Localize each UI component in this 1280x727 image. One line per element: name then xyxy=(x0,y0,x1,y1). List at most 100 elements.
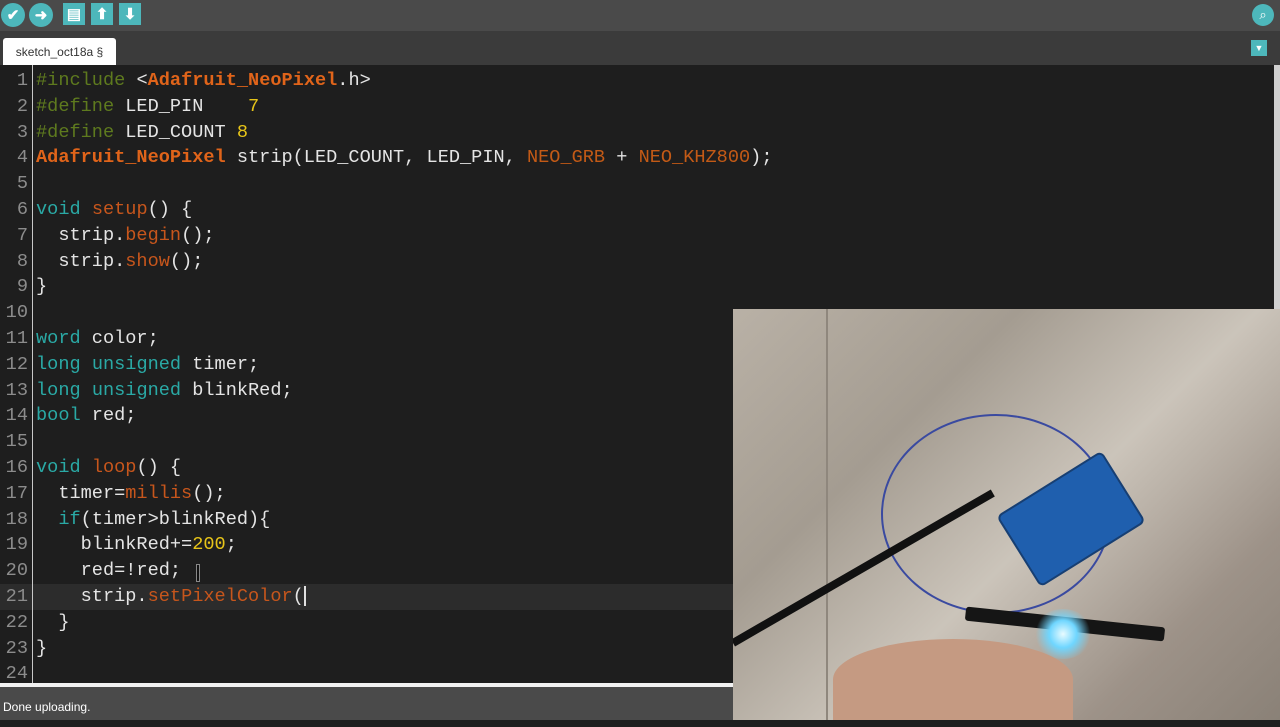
line-number: 8 xyxy=(16,250,28,272)
code-text: void setup() { xyxy=(36,197,192,223)
code-token: NEO_GRB xyxy=(526,147,606,169)
code-token: (); xyxy=(192,482,226,504)
check-icon: ✔ xyxy=(6,7,20,24)
code-text: long unsigned timer; xyxy=(36,352,259,378)
code-token: void xyxy=(36,457,81,478)
code-token: if xyxy=(58,508,81,530)
status-message: Done uploading. xyxy=(3,700,91,714)
text-cursor-ibeam xyxy=(196,564,200,582)
tab-menu-button[interactable]: ▼ xyxy=(1251,40,1267,56)
line-number: 5 xyxy=(16,173,28,195)
code-line[interactable]: 2 #define LED_PIN 7 xyxy=(0,94,1274,120)
line-number: 13 xyxy=(5,379,28,401)
line-number: 10 xyxy=(5,302,28,324)
code-token: setPixelColor xyxy=(147,586,293,607)
hand xyxy=(833,639,1073,720)
code-text: Adafruit_NeoPixel strip(LED_COUNT, LED_P… xyxy=(36,145,772,171)
code-token: long xyxy=(36,379,81,401)
code-token: color; xyxy=(80,328,159,349)
code-text: strip.begin(); xyxy=(36,223,215,249)
code-text: long unsigned blinkRed; xyxy=(36,378,293,404)
code-token: unsigned xyxy=(91,379,182,401)
verify-button[interactable]: ✔ xyxy=(1,3,25,27)
code-token: #include xyxy=(36,70,137,91)
code-text: } xyxy=(36,610,69,636)
code-line[interactable]: 8 strip.show(); xyxy=(0,249,1274,275)
code-token: ( xyxy=(292,586,304,607)
code-token: .h> xyxy=(337,70,371,91)
code-text: timer=millis(); xyxy=(36,481,226,507)
code-text: #define LED_PIN 7 xyxy=(36,94,259,120)
code-token: LED_PIN xyxy=(125,95,249,117)
code-token: blinkRed+= xyxy=(36,534,193,556)
line-number: 19 xyxy=(5,534,28,556)
open-button[interactable]: ⬆ xyxy=(91,3,113,25)
code-token: () { xyxy=(147,199,193,220)
arrow-down-icon: ⬇ xyxy=(123,6,137,23)
upload-button[interactable]: ➜ xyxy=(29,3,53,27)
code-token: strip. xyxy=(36,586,148,607)
new-sketch-button[interactable]: ▤ xyxy=(63,3,85,25)
code-token: NEO_KHZ800 xyxy=(638,147,751,169)
code-line[interactable]: 5 xyxy=(0,171,1274,197)
code-token: strip(LED_COUNT, LED_PIN, xyxy=(225,147,527,169)
code-token: LED_COUNT xyxy=(125,121,237,143)
code-token: (); xyxy=(169,250,204,272)
chevron-down-icon: ▼ xyxy=(1254,43,1264,53)
line-number: 18 xyxy=(5,508,28,530)
code-line[interactable]: 1 #include <Adafruit_NeoPixel.h> xyxy=(0,68,1274,94)
code-token: long xyxy=(36,353,81,375)
code-line[interactable]: 9} xyxy=(0,274,1274,300)
code-token: < xyxy=(136,70,148,91)
code-token: strip. xyxy=(36,224,126,246)
code-line[interactable]: 6 void setup() { xyxy=(0,197,1274,223)
line-number: 1 xyxy=(16,70,28,91)
code-token: red=!red; xyxy=(36,560,182,582)
save-button[interactable]: ⬇ xyxy=(119,3,141,25)
tab-sketch[interactable]: sketch_oct18a § xyxy=(3,38,116,65)
code-token: } xyxy=(36,276,48,298)
line-number: 3 xyxy=(16,121,28,143)
code-token: bool xyxy=(36,405,81,427)
code-token: 7 xyxy=(248,95,260,117)
code-token: red; xyxy=(80,405,137,427)
code-token: begin xyxy=(125,224,182,246)
code-token: #define xyxy=(36,95,126,117)
code-token: (); xyxy=(181,224,215,246)
vertical-scrollbar[interactable] xyxy=(1274,65,1280,310)
code-token: strip. xyxy=(36,250,126,272)
gutter-divider xyxy=(32,65,33,683)
line-number: 12 xyxy=(5,353,28,375)
arrow-up-icon: ⬆ xyxy=(95,6,109,23)
code-token: ); xyxy=(750,147,773,169)
line-number: 7 xyxy=(16,224,28,246)
code-token: word xyxy=(36,328,81,349)
code-text: void loop() { xyxy=(36,455,181,481)
code-token: loop xyxy=(91,457,137,478)
tab-bar: sketch_oct18a § ▼ xyxy=(0,31,1280,65)
text-caret xyxy=(303,586,306,607)
line-number: 20 xyxy=(5,560,28,582)
code-text: #define LED_COUNT 8 xyxy=(36,120,248,146)
serial-monitor-button[interactable]: ⌕ xyxy=(1252,4,1274,26)
line-number: 24 xyxy=(5,663,28,683)
line-number: 2 xyxy=(16,95,28,117)
line-number: 4 xyxy=(16,147,28,169)
toolbar: ✔ ➜ ▤ ⬆ ⬇ ⌕ xyxy=(0,0,1280,31)
line-number: 11 xyxy=(5,328,28,349)
code-line[interactable]: 3 #define LED_COUNT 8 xyxy=(0,120,1274,146)
code-line[interactable]: 7 strip.begin(); xyxy=(0,223,1274,249)
code-line[interactable]: 4 Adafruit_NeoPixel strip(LED_COUNT, LED_… xyxy=(0,145,1274,171)
new-file-icon: ▤ xyxy=(66,6,82,23)
line-number: 22 xyxy=(5,611,28,633)
code-token: Adafruit_NeoPixel xyxy=(36,147,226,169)
code-token: } xyxy=(36,637,48,659)
code-text: } xyxy=(36,636,47,662)
code-token: (timer>blinkRed){ xyxy=(80,508,271,530)
arrow-right-icon: ➜ xyxy=(34,7,48,24)
code-token: 8 xyxy=(236,121,249,143)
tab-label: sketch_oct18a § xyxy=(15,44,104,59)
